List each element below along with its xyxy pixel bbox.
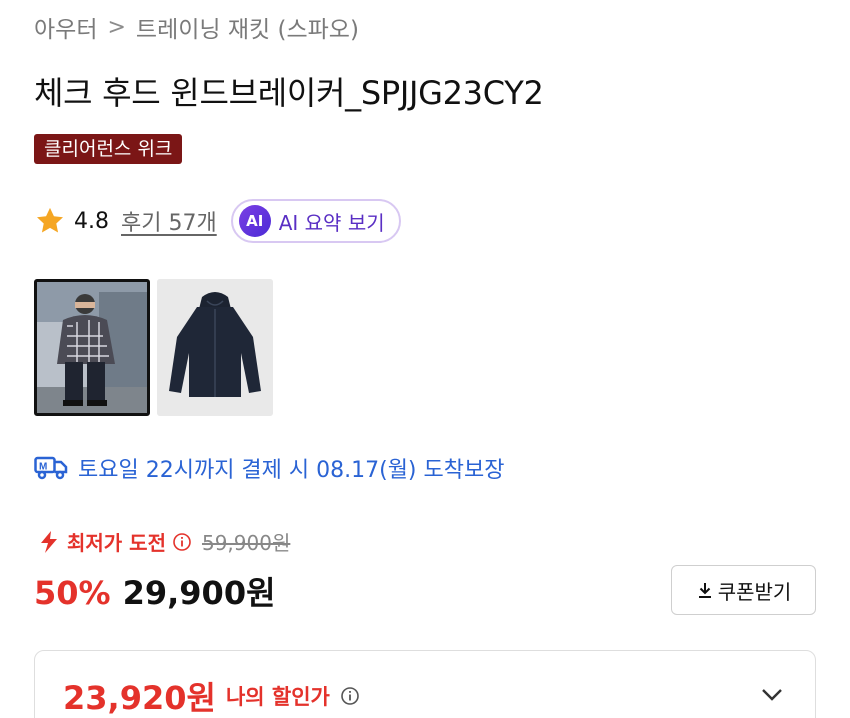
price-row: 50% 29,900원 (34, 568, 276, 614)
product-page: 아우터 > 트레이닝 재킷 (스파오) 체크 후드 윈드브레이커_SPJJG23… (0, 0, 850, 718)
delivery-text: 토요일 22시까지 결제 시 08.17(월) 도착보장 (78, 458, 505, 483)
coupon-label: 쿠폰받기 (717, 579, 792, 604)
my-price-label: 나의 할인가 (225, 685, 330, 709)
info-icon[interactable] (172, 532, 192, 552)
chevron-down-icon[interactable] (759, 681, 785, 707)
coupon-button[interactable]: 쿠폰받기 (671, 565, 816, 615)
breadcrumb-subcategory[interactable]: 트레이닝 재킷 (스파오) (136, 10, 359, 44)
sale-price: 29,900원 (122, 574, 276, 612)
star-icon (37, 207, 63, 233)
my-price-panel[interactable]: 23,920원 나의 할인가 (34, 650, 816, 718)
clearance-badge: 클리어런스 위크 (34, 134, 183, 164)
delivery-info: M 토요일 22시까지 결제 시 08.17(월) 도착보장 (34, 452, 504, 484)
ai-icon: AI (238, 205, 271, 237)
rating-score: 4.8 (74, 208, 109, 234)
svg-text:M: M (39, 462, 47, 473)
lowest-price-row: 최저가 도전 59,900원 (37, 527, 290, 556)
my-price-row: 23,920원 나의 할인가 (63, 673, 360, 718)
breadcrumb: 아우터 > 트레이닝 재킷 (스파오) (34, 10, 359, 44)
download-icon (698, 583, 711, 598)
lowest-price-label: 최저가 도전 (67, 531, 166, 555)
rating-row: 4.8 후기 57개 AI AI 요약 보기 (34, 198, 401, 244)
delivery-truck-icon: M (34, 456, 68, 480)
lightning-icon (41, 530, 57, 553)
jacket-photo-image (157, 279, 273, 416)
model-photo-image (37, 282, 147, 413)
my-price-value: 23,920원 (63, 679, 216, 717)
thumbnail-jacket[interactable] (157, 279, 273, 416)
info-icon[interactable] (340, 686, 360, 706)
original-price: 59,900원 (201, 531, 291, 555)
ai-summary-button[interactable]: AI AI 요약 보기 (230, 199, 401, 243)
breadcrumb-separator: > (107, 14, 126, 40)
product-title: 체크 후드 윈드브레이커_SPJJG23CY2 (34, 74, 544, 112)
ai-summary-label: AI 요약 보기 (278, 210, 385, 235)
thumbnail-model[interactable] (34, 279, 150, 416)
discount-rate: 50% (34, 574, 111, 612)
review-count-link[interactable]: 후기 57개 (121, 205, 217, 237)
breadcrumb-category[interactable]: 아우터 (34, 10, 97, 44)
